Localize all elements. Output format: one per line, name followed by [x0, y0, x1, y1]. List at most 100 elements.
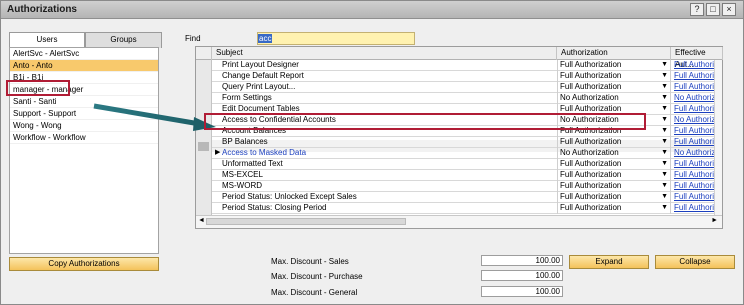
authorization-value: Full Authorization — [560, 137, 622, 146]
row-number-column — [196, 60, 212, 215]
dropdown-arrow-icon[interactable]: ▼ — [661, 93, 668, 103]
dropdown-arrow-icon[interactable]: ▼ — [661, 60, 668, 70]
grid-row[interactable]: Form Settings No Authorization ▼ No Authori… — [212, 93, 714, 104]
grid-row[interactable]: Print Layout Designer Full Authorization ▼… — [212, 60, 714, 71]
grid-row[interactable]: Change Default Report Full Authorization ▼… — [212, 71, 714, 82]
subject-cell: Form Settings — [222, 93, 272, 102]
window-title: Authorizations — [7, 4, 77, 15]
vertical-scrollbar[interactable] — [714, 60, 722, 215]
effective-authorization-link[interactable]: No Authorization — [670, 93, 714, 104]
effective-authorization-link[interactable]: Full Authorization — [670, 170, 714, 181]
subject-cell: Change Default Report — [222, 71, 304, 80]
dropdown-arrow-icon[interactable]: ▼ — [661, 82, 668, 92]
max-discount-sales-label: Max. Discount - Sales — [271, 257, 349, 266]
authorization-dropdown[interactable]: Full Authorization ▼ — [557, 137, 670, 148]
pointer-arrow-icon — [93, 103, 216, 131]
grid-row[interactable]: Unformatted Text Full Authorization ▼ Full … — [212, 159, 714, 170]
authorization-dropdown[interactable]: Full Authorization ▼ — [557, 170, 670, 181]
authorization-dropdown[interactable]: Full Authorization ▼ — [557, 82, 670, 93]
expand-button[interactable]: Expand — [569, 255, 649, 269]
subject-cell: Period Status: Unlocked Except Sales — [222, 192, 357, 201]
title-bar: Authorizations ? □ × — [1, 1, 743, 19]
horizontal-scrollbar[interactable]: ◄ ► — [196, 215, 722, 228]
subject-cell: MS-WORD — [222, 181, 262, 190]
authorization-value: No Authorization — [560, 93, 619, 102]
max-discount-sales-field[interactable]: 100.00 — [481, 255, 563, 266]
authorization-value: Full Authorization — [560, 192, 622, 201]
grid-row[interactable]: BP Balances Full Authorization ▼ Full Autho… — [212, 137, 714, 148]
find-value: acc — [258, 34, 273, 43]
selected-user-highlight — [6, 80, 70, 96]
grid-row[interactable]: Period Status: Closing Period Full Author… — [212, 203, 714, 214]
effective-authorization-link[interactable]: No Authorization — [670, 148, 714, 159]
grid-rows: Print Layout Designer Full Authorization ▼… — [212, 60, 714, 215]
grid-row[interactable]: MS-WORDFull Authorization▼Full Authoriza… — [212, 181, 714, 192]
authorization-value: Full Authorization — [560, 181, 622, 190]
copy-authorizations-button[interactable]: Copy Authorizations — [9, 257, 159, 271]
subject-cell: Period Status: Closing Period — [222, 203, 327, 212]
authorization-dropdown[interactable]: Full Authorization ▼ — [557, 192, 670, 203]
authorization-dropdown[interactable]: No Authorization ▼ — [557, 93, 670, 104]
authorization-value: Full Authorization — [560, 71, 622, 80]
selected-row-indicator — [198, 142, 209, 151]
max-discount-general-field[interactable]: 100.00 — [481, 286, 563, 297]
authorization-value: No Authorization — [560, 148, 619, 157]
effective-authorization-link[interactable]: Full Authorization — [670, 192, 714, 203]
subject-cell: Query Print Layout... — [222, 82, 296, 91]
scroll-right-icon[interactable]: ► — [711, 217, 718, 224]
effective-authorization-link[interactable]: Full Authorization — [670, 181, 714, 192]
grid-row[interactable]: MS-EXCEL Full Authorization▼Full Authoriz… — [212, 170, 714, 181]
grid-row[interactable]: ▶ Access to Masked Data No Authorization ▼ N… — [212, 148, 714, 159]
collapse-button[interactable]: Collapse — [655, 255, 735, 269]
effective-authorization-link[interactable]: Full Authorization — [670, 82, 714, 93]
dropdown-arrow-icon[interactable]: ▼ — [661, 104, 668, 114]
user-item[interactable]: Anto - Anto — [10, 60, 158, 72]
effective-authorization-link[interactable]: No Authorization — [670, 115, 714, 126]
effective-authorization-link[interactable]: Full Authorization — [670, 203, 714, 214]
authorization-dropdown[interactable]: Full Authorization ▼ — [557, 181, 670, 192]
dropdown-arrow-icon[interactable]: ▼ — [661, 203, 668, 213]
user-item[interactable]: AlertSvc - AlertSvc — [10, 48, 158, 60]
scroll-thumb[interactable] — [206, 218, 406, 225]
authorization-dropdown[interactable]: Full Authorization ▼ — [557, 159, 670, 170]
dropdown-arrow-icon[interactable]: ▼ — [661, 192, 668, 202]
effective-authorization-link[interactable]: Full Authorization — [670, 159, 714, 170]
dropdown-arrow-icon[interactable]: ▼ — [661, 137, 668, 147]
tab-groups[interactable]: Groups — [85, 32, 162, 48]
help-button[interactable]: ? — [690, 3, 704, 16]
grid-row[interactable]: Period Status: Unlocked Except Sales Full… — [212, 192, 714, 203]
subject-cell: MS-EXCEL — [222, 170, 263, 179]
authorization-value: Full Authorization — [560, 203, 622, 212]
window-content: Users Groups AlertSvc - AlertSvc Anto - … — [1, 19, 743, 304]
max-discount-purchase-field[interactable]: 100.00 — [481, 270, 563, 281]
authorization-dropdown[interactable]: Full Authorization ▼ — [557, 203, 670, 214]
authorization-header[interactable]: Authorization — [557, 47, 671, 60]
dropdown-arrow-icon[interactable]: ▼ — [661, 126, 668, 136]
authorization-dropdown[interactable]: No Authorization ▼ — [557, 148, 670, 159]
dropdown-arrow-icon[interactable]: ▼ — [661, 148, 668, 158]
subject-cell: Unformatted Text — [222, 159, 283, 168]
authorization-dropdown[interactable]: Full Authorization ▼ — [557, 71, 670, 82]
dropdown-arrow-icon[interactable]: ▼ — [661, 71, 668, 81]
effective-authorization-link[interactable]: Full Authorization — [670, 60, 714, 71]
effective-authorization-header[interactable]: Effective Aut... — [671, 47, 723, 69]
close-button[interactable]: × — [722, 3, 736, 16]
effective-authorization-link[interactable]: Full Authorization — [670, 104, 714, 115]
dropdown-arrow-icon[interactable]: ▼ — [661, 181, 668, 191]
authorization-dropdown[interactable]: Full Authorization ▼ — [557, 60, 670, 71]
find-input[interactable]: acc — [257, 32, 415, 45]
effective-authorization-link[interactable]: Full Authorization — [670, 137, 714, 148]
maximize-button[interactable]: □ — [706, 3, 720, 16]
dropdown-arrow-icon[interactable]: ▼ — [661, 115, 668, 125]
scroll-left-icon[interactable]: ◄ — [198, 217, 205, 224]
effective-authorization-link[interactable]: Full Authorization — [670, 71, 714, 82]
tab-users[interactable]: Users — [9, 32, 85, 48]
subject-cell: Print Layout Designer — [222, 60, 299, 69]
subject-cell: Access to Masked Data — [222, 148, 307, 157]
grid-row[interactable]: Query Print Layout... Full Authorization ▼… — [212, 82, 714, 93]
dropdown-arrow-icon[interactable]: ▼ — [661, 170, 668, 180]
dropdown-arrow-icon[interactable]: ▼ — [661, 159, 668, 169]
subject-header[interactable]: Subject — [212, 47, 557, 60]
effective-authorization-link[interactable]: Full Authorization — [670, 126, 714, 137]
max-discount-purchase-label: Max. Discount - Purchase — [271, 272, 363, 281]
